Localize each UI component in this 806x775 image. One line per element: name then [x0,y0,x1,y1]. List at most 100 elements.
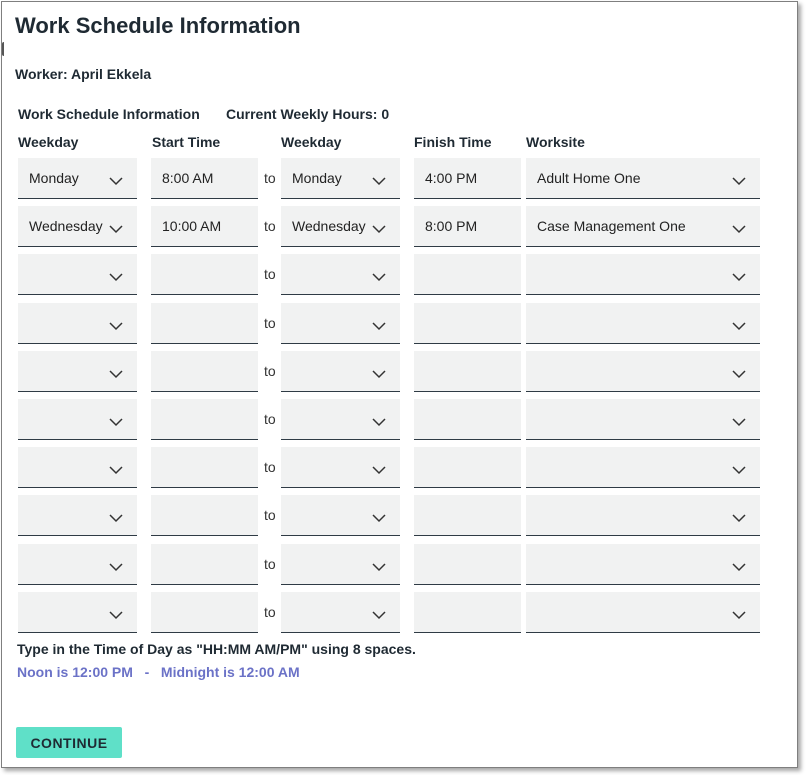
worksite-select[interactable] [526,254,760,295]
finish-time-value: 8:00 PM [425,218,478,234]
start-weekday-select[interactable] [18,592,137,633]
worksite-select[interactable]: Case Management One [526,206,760,247]
start-weekday-select[interactable] [18,399,137,440]
finish-time-input[interactable] [414,592,521,633]
finish-time-input[interactable] [414,351,521,392]
end-weekday-select[interactable] [281,495,400,536]
worksite-select[interactable]: Adult Home One [526,158,760,199]
start-time-value: 8:00 AM [162,170,214,186]
chevron-down-icon [109,366,123,379]
to-separator: to [264,266,276,282]
start-weekday-select[interactable] [18,254,137,295]
chevron-down-icon [109,173,123,186]
start-time-input[interactable] [151,447,258,488]
start-time-input[interactable]: 8:00 AM [151,158,258,199]
schedule-row: Monday 8:00 AM Monday 4:00 PM Adult Home One… [2,158,782,200]
worksite-select[interactable] [526,592,760,633]
start-weekday-select[interactable] [18,495,137,536]
chevron-down-icon [732,510,746,523]
chevron-down-icon [109,269,123,282]
end-weekday-select[interactable] [281,351,400,392]
chevron-down-icon [732,173,746,186]
start-weekday-select[interactable] [18,351,137,392]
finish-time-input[interactable] [414,495,521,536]
finish-time-input[interactable] [414,254,521,295]
column-header-worksite: Worksite [526,134,585,150]
chevron-down-icon [732,414,746,427]
chevron-down-icon [732,318,746,331]
chevron-down-icon [372,173,386,186]
chevron-down-icon [109,462,123,475]
start-time-value: 10:00 AM [162,218,222,234]
to-separator: to [264,411,276,427]
chevron-down-icon [109,318,123,331]
end-weekday-select[interactable] [281,447,400,488]
chevron-down-icon [109,607,123,620]
schedule-row: to [2,544,782,586]
end-weekday-select[interactable] [281,592,400,633]
finish-time-input[interactable] [414,303,521,344]
chevron-down-icon [372,414,386,427]
weekly-hours: Current Weekly Hours: 0 [226,106,390,122]
worksite-select[interactable] [526,399,760,440]
page-title: Work Schedule Information [15,13,301,38]
chevron-down-icon [109,510,123,523]
end-weekday-select[interactable]: Monday [281,158,400,199]
worksite-value: Adult Home One [537,170,641,186]
start-weekday-select[interactable] [18,303,137,344]
schedule-row: to [2,303,782,345]
start-weekday-select[interactable] [18,447,137,488]
column-header-finish-time: Finish Time [414,134,492,150]
finish-time-input[interactable]: 8:00 PM [414,206,521,247]
schedule-row: Wednesday 10:00 AM Wednesday 8:00 PM Case Ma… [2,206,782,248]
finish-time-input[interactable] [414,544,521,585]
worksite-select[interactable] [526,351,760,392]
worksite-select[interactable] [526,544,760,585]
continue-button[interactable]: CONTINUE [16,727,122,758]
end-weekday-select[interactable] [281,399,400,440]
start-time-input[interactable] [151,495,258,536]
to-separator: to [264,604,276,620]
worksite-select[interactable] [526,447,760,488]
finish-time-input[interactable] [414,447,521,488]
chevron-down-icon [372,462,386,475]
finish-time-input[interactable] [414,399,521,440]
schedule-row: to [2,399,782,441]
chevron-down-icon [732,559,746,572]
finish-time-value: 4:00 PM [425,170,478,186]
edge-marker [2,42,6,56]
to-separator: to [264,363,276,379]
end-weekday-value: Wednesday [292,218,366,234]
start-time-input[interactable] [151,592,258,633]
start-time-input[interactable]: 10:00 AM [151,206,258,247]
worksite-select[interactable] [526,495,760,536]
column-header-weekday-start: Weekday [18,134,79,150]
start-weekday-value: Wednesday [29,218,103,234]
to-separator: to [264,170,276,186]
noon-midnight-note: Noon is 12:00 PM - Midnight is 12:00 AM [17,664,300,680]
end-weekday-select[interactable] [281,303,400,344]
worksite-select[interactable] [526,303,760,344]
chevron-down-icon [732,607,746,620]
chevron-down-icon [372,510,386,523]
start-weekday-select[interactable]: Wednesday [18,206,137,247]
column-header-weekday-end: Weekday [281,134,342,150]
chevron-down-icon [109,414,123,427]
start-time-input[interactable] [151,303,258,344]
chevron-down-icon [372,318,386,331]
chevron-down-icon [372,221,386,234]
start-weekday-select[interactable]: Monday [18,158,137,199]
start-time-input[interactable] [151,351,258,392]
start-time-input[interactable] [151,399,258,440]
end-weekday-select[interactable] [281,254,400,295]
section-label: Work Schedule Information [18,106,200,122]
start-time-input[interactable] [151,544,258,585]
start-time-input[interactable] [151,254,258,295]
start-weekday-select[interactable] [18,544,137,585]
chevron-down-icon [372,607,386,620]
end-weekday-select[interactable]: Wednesday [281,206,400,247]
finish-time-input[interactable]: 4:00 PM [414,158,521,199]
schedule-row: to [2,495,782,537]
end-weekday-select[interactable] [281,544,400,585]
column-header-start-time: Start Time [152,134,221,150]
